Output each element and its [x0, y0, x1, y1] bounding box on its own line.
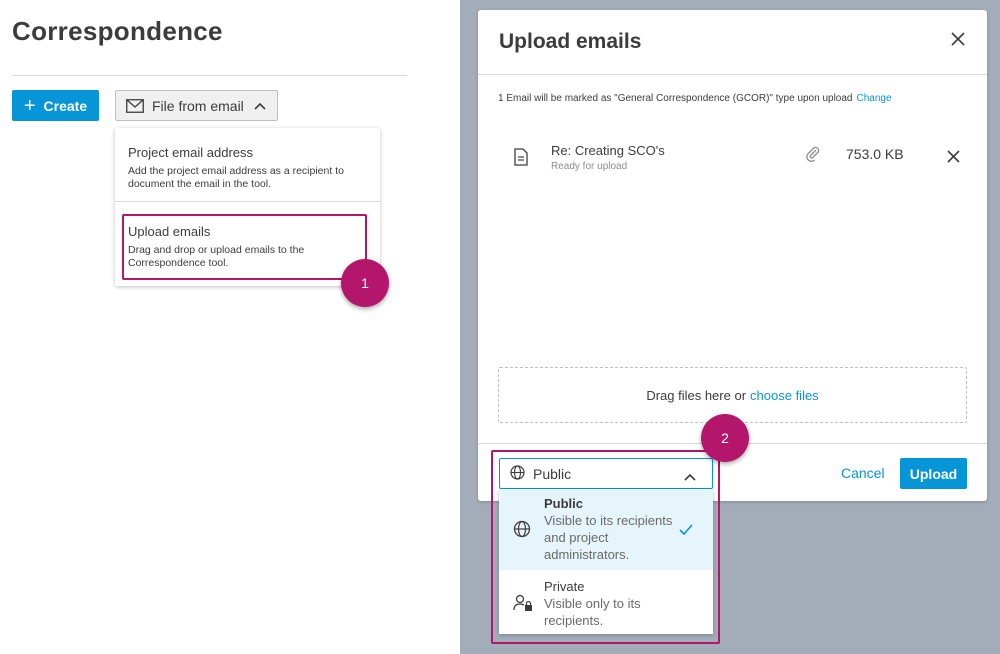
plus-icon: +: [23, 94, 36, 117]
menu-item-description: Add the project email address as a recip…: [128, 165, 344, 190]
menu-item-project-email-address[interactable]: Project email address Add the project em…: [115, 128, 380, 202]
callout-badge-2: 2: [701, 414, 749, 462]
file-status: Ready for upload: [551, 161, 628, 172]
type-notice: 1 Email will be marked as "General Corre…: [498, 93, 892, 104]
file-list-item: Re: Creating SCO's Ready for upload 753.…: [498, 128, 968, 178]
upload-button[interactable]: Upload: [900, 458, 967, 489]
callout-badge-1: 1: [341, 259, 389, 307]
title-divider: [12, 75, 407, 76]
create-button-label: Create: [43, 97, 88, 114]
correspondence-page: Correspondence + Create File from email …: [0, 0, 460, 654]
close-icon[interactable]: [951, 32, 965, 51]
paperclip-icon: [805, 146, 821, 167]
file-name: Re: Creating SCO's: [551, 143, 665, 158]
dialog-header-divider: [478, 74, 987, 75]
callout-highlight-upload-emails: [122, 214, 367, 280]
remove-file-icon[interactable]: [947, 150, 960, 168]
menu-item-title: Project email address: [128, 145, 253, 160]
file-from-email-button[interactable]: File from email: [115, 90, 278, 121]
choose-files-link[interactable]: choose files: [750, 388, 819, 403]
dropzone-text: Drag files here or: [646, 387, 747, 403]
page-title: Correspondence: [12, 16, 223, 46]
dialog-title: Upload emails: [499, 30, 642, 53]
type-notice-text: 1 Email will be marked as "General Corre…: [498, 93, 853, 104]
file-from-email-label: File from email: [152, 97, 244, 114]
change-type-link[interactable]: Change: [857, 93, 892, 104]
file-size: 753.0 KB: [846, 146, 904, 162]
cancel-button[interactable]: Cancel: [841, 465, 885, 481]
envelope-icon: [126, 98, 144, 113]
create-button[interactable]: + Create: [12, 90, 99, 121]
callout-highlight-visibility: [491, 450, 720, 644]
chevron-up-icon: [254, 102, 266, 110]
document-icon: [514, 148, 528, 171]
